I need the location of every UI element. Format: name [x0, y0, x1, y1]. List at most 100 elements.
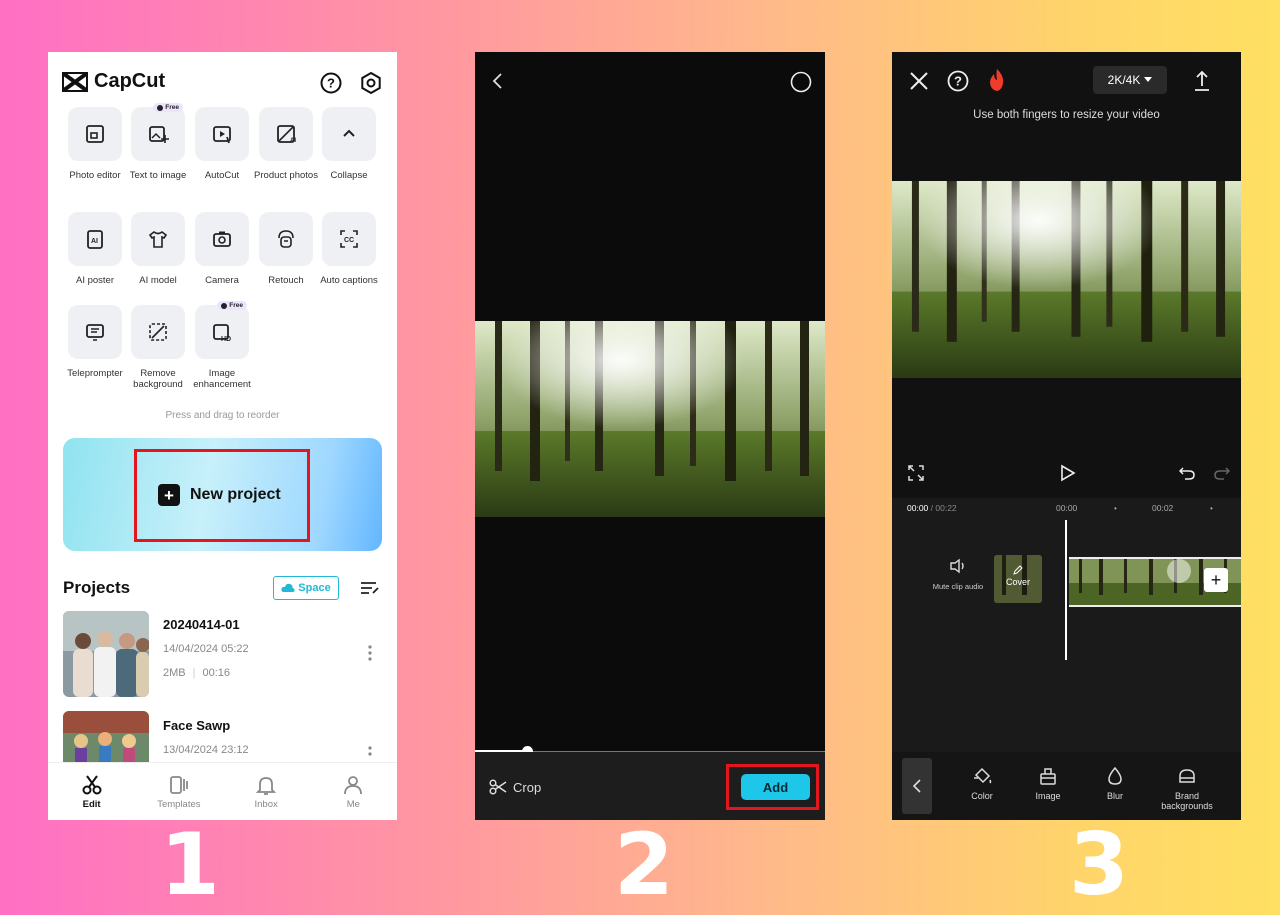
tool-label: Photo editor	[69, 170, 121, 181]
crop-button[interactable]: Crop	[489, 778, 541, 796]
tool-ai-model[interactable]: AI model	[123, 212, 193, 286]
retouch-icon	[278, 230, 294, 248]
product-photos-icon: AI	[277, 125, 296, 144]
tool-image-enhancement[interactable]: Free HD Image enhancement	[187, 301, 257, 390]
play-icon[interactable]	[1060, 464, 1076, 487]
teleprompter-icon	[86, 324, 104, 341]
capcut-home-screen: CapCut ? Photo editor Free Text to image…	[48, 52, 397, 820]
help-icon[interactable]: ?	[320, 72, 342, 99]
undo-icon[interactable]	[1178, 464, 1195, 485]
cover-label: Cover	[994, 565, 1042, 587]
svg-text:AI: AI	[290, 138, 296, 144]
select-circle-icon[interactable]	[790, 71, 812, 98]
tool-label: Retouch	[268, 275, 304, 286]
tool-ai-poster[interactable]: AI AI poster	[60, 212, 130, 286]
tool-teleprompter[interactable]: Teleprompter	[60, 305, 130, 379]
nav-inbox[interactable]: Inbox	[223, 763, 310, 820]
captions-icon: CC	[340, 230, 358, 248]
tool-color[interactable]: Color	[964, 766, 1000, 801]
hd-image-icon: HD	[213, 324, 231, 343]
new-project-label: New project	[190, 486, 281, 503]
tool-label: Image enhancement	[193, 368, 251, 390]
back-icon[interactable]	[491, 72, 505, 95]
project-thumbnail[interactable]	[63, 711, 149, 763]
tool-image[interactable]: Image	[1030, 766, 1066, 801]
sort-icon[interactable]	[360, 580, 380, 601]
nav-me[interactable]: Me	[310, 763, 397, 820]
playhead[interactable]	[1065, 520, 1067, 660]
paint-bucket-icon	[974, 767, 992, 784]
project-name: 20240414-01	[163, 617, 240, 632]
step-number-2: 2	[614, 815, 674, 915]
tool-camera[interactable]: Camera	[187, 212, 257, 286]
tool-photo-editor[interactable]: Photo editor	[60, 107, 130, 181]
project-size: 2MB	[163, 667, 186, 679]
project-duration: 00:16	[202, 667, 231, 679]
step-number-1: 1	[160, 815, 220, 915]
project-date: 14/04/2024 05:22	[163, 643, 249, 655]
pencil-icon	[1013, 565, 1023, 575]
back-chevron-button[interactable]	[902, 758, 932, 814]
tool-text-to-image[interactable]: Free Text to image	[123, 103, 193, 181]
close-icon[interactable]	[909, 71, 929, 96]
person-icon	[344, 776, 363, 795]
flame-icon[interactable]	[988, 68, 1006, 97]
resolution-selector[interactable]: 2K/4K	[1093, 66, 1167, 94]
image-sparkle-icon	[149, 126, 169, 143]
bell-icon	[255, 777, 277, 795]
brush-icon	[1040, 768, 1056, 785]
current-time: 00:00	[907, 503, 929, 513]
reorder-hint: Press and drag to reorder	[165, 410, 280, 421]
capcut-logo-icon	[62, 71, 88, 92]
tool-label: AI model	[139, 275, 177, 286]
autocut-icon	[213, 126, 231, 144]
scissors-icon	[489, 779, 507, 795]
timeline-area: 00:00 / 00:22 00:00 • 00:02 • Mute clip …	[892, 498, 1241, 752]
tool-auto-captions[interactable]: CC Auto captions	[314, 212, 384, 286]
space-button[interactable]: Space	[273, 576, 339, 600]
tool-product-photos[interactable]: AI Product photos	[251, 107, 321, 181]
cloud-icon	[281, 583, 295, 592]
free-badge: Free	[153, 103, 183, 112]
mute-clip-audio-button[interactable]: Mute clip audio	[926, 558, 990, 591]
tool-blur[interactable]: Blur	[1097, 766, 1133, 801]
help-icon[interactable]: ?	[947, 70, 969, 97]
tool-brand-backgrounds[interactable]: Brand backgrounds	[1154, 766, 1220, 811]
media-preview-screen: Crop Add	[475, 52, 825, 820]
forest-video-canvas[interactable]	[892, 181, 1241, 378]
tool-label: Text to image	[129, 170, 187, 181]
more-options-icon[interactable]	[367, 644, 373, 667]
redo-icon[interactable]	[1214, 464, 1231, 485]
chevron-up-icon	[343, 129, 355, 137]
ruler-tick-label: 00:02	[1152, 503, 1174, 513]
tool-retouch[interactable]: Retouch	[251, 212, 321, 286]
templates-icon	[169, 776, 188, 794]
settings-gear-icon[interactable]	[359, 71, 383, 100]
nav-edit[interactable]: Edit	[48, 763, 135, 820]
tool-collapse[interactable]: Collapse	[314, 107, 384, 181]
fullscreen-icon[interactable]	[908, 465, 924, 486]
tool-remove-background[interactable]: Remove background	[123, 305, 193, 390]
cover-button[interactable]: Cover	[994, 555, 1042, 603]
total-time: / 00:22	[930, 503, 957, 513]
projects-title: Projects	[63, 578, 131, 597]
tool-autocut[interactable]: AutoCut	[187, 107, 257, 181]
ruler-dot: •	[1114, 504, 1117, 513]
add-button[interactable]: Add	[741, 774, 810, 800]
ai-poster-icon: AI	[87, 230, 103, 249]
droplet-icon	[1108, 766, 1122, 785]
svg-text:AI: AI	[91, 238, 98, 245]
new-project-button[interactable]: + New project	[158, 484, 281, 506]
project-thumbnail[interactable]	[63, 611, 149, 697]
camera-icon	[213, 231, 231, 247]
photo-editor-icon	[86, 125, 104, 143]
nav-templates[interactable]: Templates	[135, 763, 222, 820]
svg-text:?: ?	[327, 76, 335, 91]
export-icon[interactable]	[1193, 70, 1211, 97]
project-meta: 2MB | 00:16	[163, 667, 231, 679]
svg-text:?: ?	[954, 74, 962, 89]
scissors-icon	[82, 775, 102, 795]
add-clip-plus-icon[interactable]: +	[1204, 568, 1228, 592]
caret-down-icon	[1144, 77, 1153, 82]
bottom-tool-bar: Color Image Blur Brand backgrounds	[892, 752, 1241, 820]
